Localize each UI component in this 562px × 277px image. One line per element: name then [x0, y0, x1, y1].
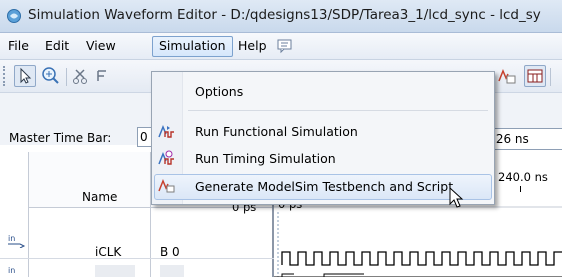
menu-bar: File Edit View Simulation Help: [0, 33, 562, 60]
toolbar-grip[interactable]: [3, 66, 8, 86]
signal-value: B 0: [160, 245, 180, 259]
menu-simulation[interactable]: Simulation: [152, 36, 233, 57]
pointer-icon: [20, 67, 32, 84]
menu-edit[interactable]: Edit: [39, 37, 75, 55]
grid-tool-button[interactable]: [96, 65, 118, 87]
signal-name[interactable]: iCLK: [95, 245, 121, 259]
svg-text:in: in: [8, 266, 15, 275]
menu-view[interactable]: View: [80, 37, 122, 55]
wave-time-mark: 240.0 ns: [498, 170, 548, 184]
svg-text:in: in: [8, 234, 15, 243]
zoom-tool-button[interactable]: [40, 65, 62, 87]
signal-value: [160, 265, 184, 277]
zoom-icon: [42, 67, 59, 84]
snap-grid-button[interactable]: [524, 65, 546, 87]
menu-item-options[interactable]: Options: [152, 80, 494, 102]
window-title: Simulation Waveform Editor - D:/qdesigns…: [28, 7, 541, 23]
signal-name[interactable]: [95, 265, 135, 277]
row-divider: [0, 258, 274, 259]
comment-icon[interactable]: [276, 38, 294, 54]
modelsim-icon: [498, 69, 516, 84]
time-tick: [520, 186, 521, 192]
simulation-menu: Options Run Functional Simulation Run Ti…: [151, 71, 495, 205]
modelsim-icon: [158, 179, 175, 193]
grid-icon: [97, 70, 106, 81]
title-bar: Simulation Waveform Editor - D:/qdesigns…: [0, 0, 562, 33]
mouse-cursor-icon: [449, 187, 464, 208]
snap-grid-icon: [527, 69, 543, 83]
modelsim-tool-button[interactable]: [496, 65, 518, 87]
input-pin-icon: in: [8, 234, 26, 248]
menu-item-run-functional-simulation[interactable]: Run Functional Simulation: [152, 120, 494, 142]
menu-item-label: Options: [195, 84, 244, 99]
toolbar-separator: [550, 68, 551, 86]
name-column-header[interactable]: Name: [82, 190, 117, 204]
app-icon: [7, 9, 21, 23]
interval-field[interactable]: .26 ns: [488, 128, 562, 150]
menu-item-label: Generate ModelSim Testbench and Script: [195, 179, 454, 194]
menu-item-label: Run Timing Simulation: [195, 151, 336, 166]
menu-item-run-timing-simulation[interactable]: Run Timing Simulation: [152, 147, 494, 169]
menu-item-generate-modelsim-testbench[interactable]: Generate ModelSim Testbench and Script: [152, 175, 494, 197]
master-time-bar-label: Master Time Bar:: [9, 131, 112, 145]
functional-sim-icon: [158, 125, 174, 138]
menu-separator: [188, 110, 488, 111]
input-pin-icon: in: [8, 266, 15, 275]
cut-tool-button[interactable]: [72, 65, 94, 87]
cut-icon: [73, 69, 87, 84]
menu-item-label: Run Functional Simulation: [195, 124, 358, 139]
timing-sim-icon: [158, 150, 174, 165]
menu-file[interactable]: File: [2, 37, 35, 55]
toolbar-separator: [66, 68, 67, 86]
pointer-tool-button[interactable]: [14, 65, 36, 87]
menu-help[interactable]: Help: [232, 37, 273, 55]
